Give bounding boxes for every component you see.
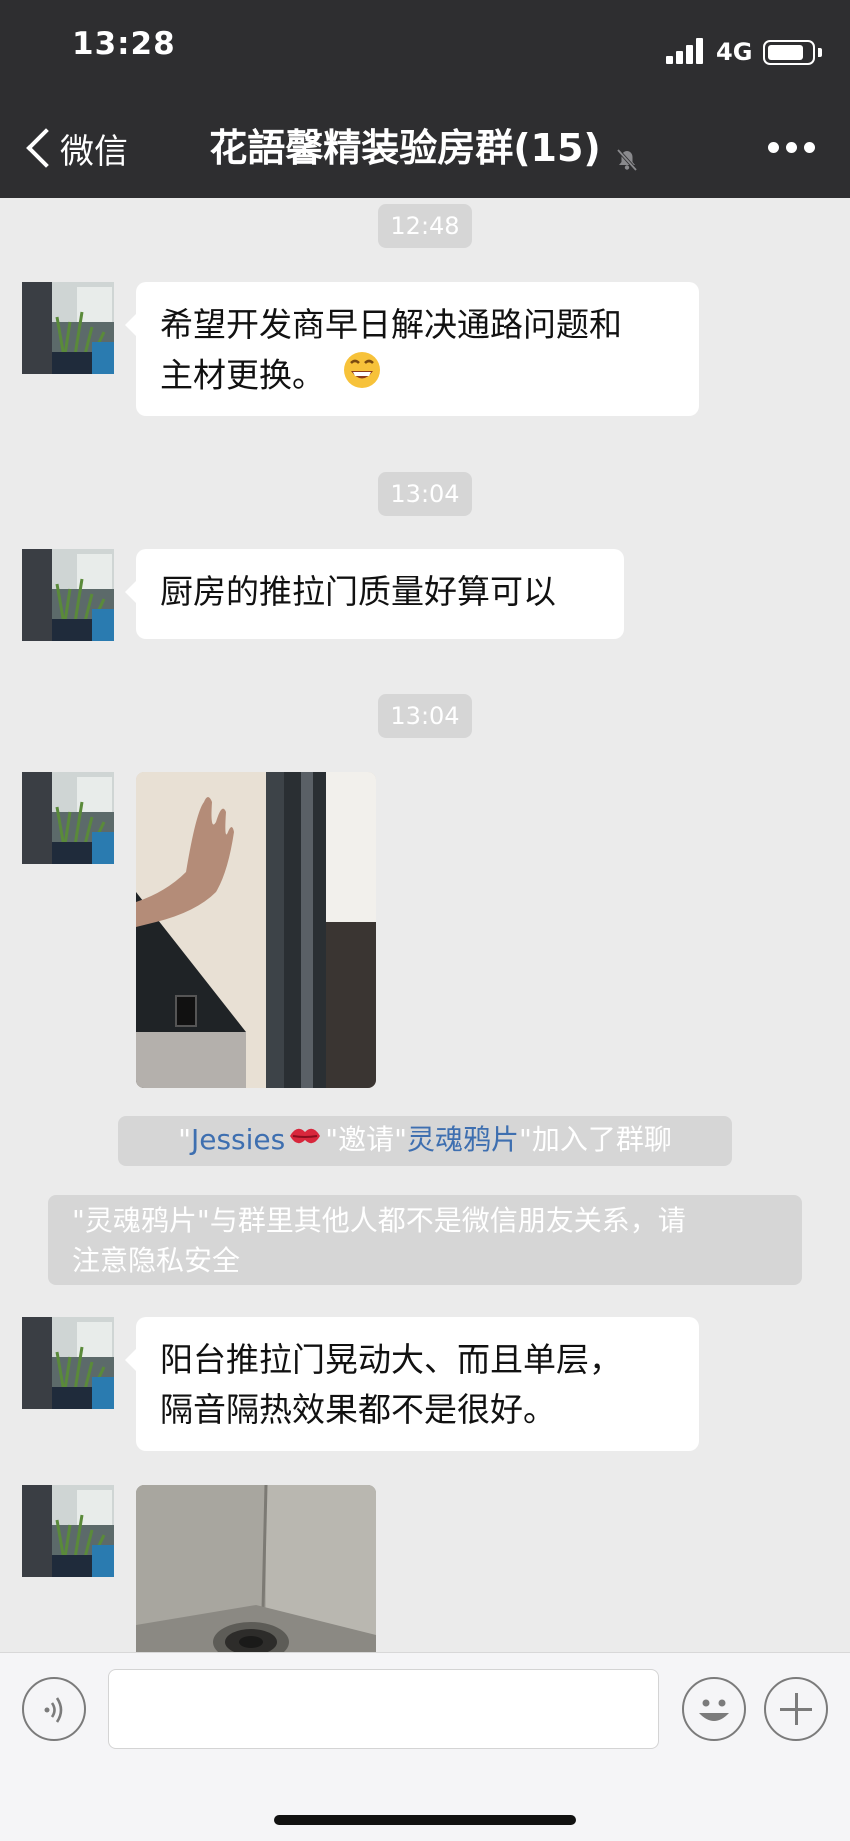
- battery-icon: [763, 40, 815, 65]
- battery-level: [768, 45, 803, 60]
- status-time: 13:28: [72, 26, 176, 62]
- back-label: 微信: [60, 131, 128, 172]
- chat-title-text: 花語馨精装验房群(15): [209, 126, 601, 170]
- battery-cap: [818, 48, 822, 57]
- message-line: 主材更换。: [160, 350, 675, 404]
- avatar[interactable]: [22, 772, 114, 864]
- chat-header: 13:28 4G 花語馨精装验房群(15) 微信: [0, 0, 850, 198]
- notice-quote: ": [178, 1123, 191, 1156]
- message-timestamp: 12:48: [378, 204, 472, 248]
- avatar[interactable]: [22, 282, 114, 374]
- kiss-mark-icon: [287, 1121, 323, 1161]
- plus-button[interactable]: [764, 1677, 828, 1741]
- message-bubble[interactable]: 希望开发商早日解决通路问题和 主材更换。: [125, 282, 699, 416]
- message-line-text: 主材更换。: [160, 355, 325, 395]
- message-line: 希望开发商早日解决通路问题和: [160, 305, 622, 344]
- dot: [786, 142, 797, 153]
- home-indicator[interactable]: [274, 1815, 576, 1825]
- message-image[interactable]: [136, 1485, 376, 1652]
- avatar[interactable]: [22, 1485, 114, 1577]
- voice-button[interactable]: [22, 1677, 86, 1741]
- message-line: 厨房的推拉门质量好算可以: [160, 572, 556, 611]
- emoji-icon: [699, 1699, 729, 1721]
- notice-line: "灵魂鸦片"与群里其他人都不是微信朋友关系，请: [72, 1204, 686, 1237]
- message-timestamp: 13:04: [378, 472, 472, 516]
- status-bar: 13:28 4G: [0, 0, 850, 90]
- notice-line: 注意隐私安全: [72, 1244, 241, 1277]
- notice-joined-text: "加入了群聊: [519, 1123, 672, 1156]
- dot: [804, 142, 815, 153]
- system-notice-invite: "Jessies "邀请"灵魂鸦片"加入了群聊: [118, 1116, 732, 1166]
- mute-bell-icon: [613, 134, 641, 172]
- back-button[interactable]: 微信: [20, 122, 128, 174]
- voice-icon: [44, 1697, 63, 1723]
- system-notice-privacy: "灵魂鸦片"与群里其他人都不是微信朋友关系，请 注意隐私安全: [48, 1195, 802, 1285]
- dot: [768, 142, 779, 153]
- message-line: 隔音隔热效果都不是很好。: [160, 1390, 556, 1429]
- avatar[interactable]: [22, 549, 114, 641]
- more-options-button[interactable]: [768, 142, 815, 153]
- network-type: 4G: [716, 38, 753, 66]
- message-bubble[interactable]: 厨房的推拉门质量好算可以: [125, 549, 624, 639]
- input-toolbar: [0, 1652, 850, 1841]
- message-timestamp: 13:04: [378, 694, 472, 738]
- message-image[interactable]: [136, 772, 376, 1088]
- signal-icon: [666, 38, 708, 64]
- avatar[interactable]: [22, 1317, 114, 1409]
- nav-bar: 花語馨精装验房群(15) 微信: [0, 112, 850, 188]
- grinning-face-icon: [342, 350, 382, 404]
- message-line: 阳台推拉门晃动大、而且单层，: [160, 1340, 622, 1379]
- inviter-name[interactable]: Jessies: [191, 1123, 285, 1156]
- message-input[interactable]: [108, 1669, 659, 1749]
- emoji-button[interactable]: [682, 1677, 746, 1741]
- notice-invite-text: "邀请": [325, 1123, 407, 1156]
- message-bubble[interactable]: 阳台推拉门晃动大、而且单层， 隔音隔热效果都不是很好。: [125, 1317, 699, 1451]
- invitee-name[interactable]: 灵魂鸦片: [407, 1123, 519, 1156]
